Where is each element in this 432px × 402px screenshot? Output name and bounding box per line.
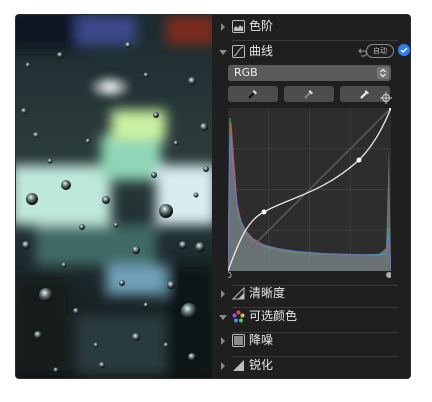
chevron-down-icon[interactable]	[219, 312, 227, 322]
white-point-eyedropper-icon	[360, 90, 369, 99]
chevron-down-icon[interactable]	[219, 47, 227, 57]
chevron-updown-icon	[377, 67, 389, 79]
channel-select[interactable]: RGB	[228, 65, 391, 81]
gray-point-button[interactable]	[284, 86, 334, 102]
section-levels[interactable]: 色阶	[212, 15, 410, 39]
chevron-right-icon[interactable]	[219, 22, 227, 32]
chevron-right-icon[interactable]	[219, 289, 227, 299]
curve-point[interactable]	[356, 157, 362, 163]
triangle-icon	[232, 287, 245, 300]
add-point-button[interactable]	[380, 89, 394, 104]
section-sharpen[interactable]: 锐化	[212, 354, 410, 378]
section-selective-color-label: 可选颜色	[249, 309, 298, 323]
section-selective-color[interactable]: 可选颜色	[212, 305, 410, 329]
chevron-right-icon[interactable]	[219, 361, 227, 371]
adjustments-panel: 色阶 曲线 自动 RGB 清晰度 可选颜色 降噪 锐化	[212, 15, 410, 378]
black-point-slider[interactable]	[228, 271, 232, 278]
white-point-slider[interactable]	[386, 272, 391, 278]
photos-edit-window: 色阶 曲线 自动 RGB 清晰度 可选颜色 降噪 锐化	[16, 15, 410, 378]
sharpen-icon	[233, 360, 244, 371]
chevron-right-icon[interactable]	[219, 336, 227, 346]
section-definition[interactable]: 清晰度	[212, 282, 410, 306]
section-definition-label: 清晰度	[249, 286, 286, 300]
add-point-crosshair-icon	[380, 92, 392, 104]
section-levels-label: 色阶	[249, 19, 274, 33]
auto-button[interactable]: 自动	[366, 44, 394, 58]
noise-icon	[232, 334, 245, 347]
curve-point[interactable]	[261, 209, 267, 215]
photo-preview	[16, 15, 212, 378]
curve-graph[interactable]	[228, 108, 391, 278]
color-dots-icon	[232, 310, 245, 323]
channel-value: RGB	[234, 66, 258, 79]
curves-icon	[232, 45, 245, 58]
curve-tools	[228, 86, 391, 103]
section-noise-reduction-label: 降噪	[249, 333, 274, 347]
black-point-eyedropper-icon	[248, 90, 257, 99]
section-noise-reduction[interactable]: 降噪	[212, 329, 410, 353]
black-point-button[interactable]	[228, 86, 278, 102]
section-curves-label: 曲线	[249, 44, 274, 58]
section-sharpen-label: 锐化	[249, 358, 274, 372]
histogram-icon	[232, 20, 245, 33]
checkmark-icon[interactable]	[398, 44, 410, 56]
gray-point-eyedropper-icon	[304, 90, 313, 99]
